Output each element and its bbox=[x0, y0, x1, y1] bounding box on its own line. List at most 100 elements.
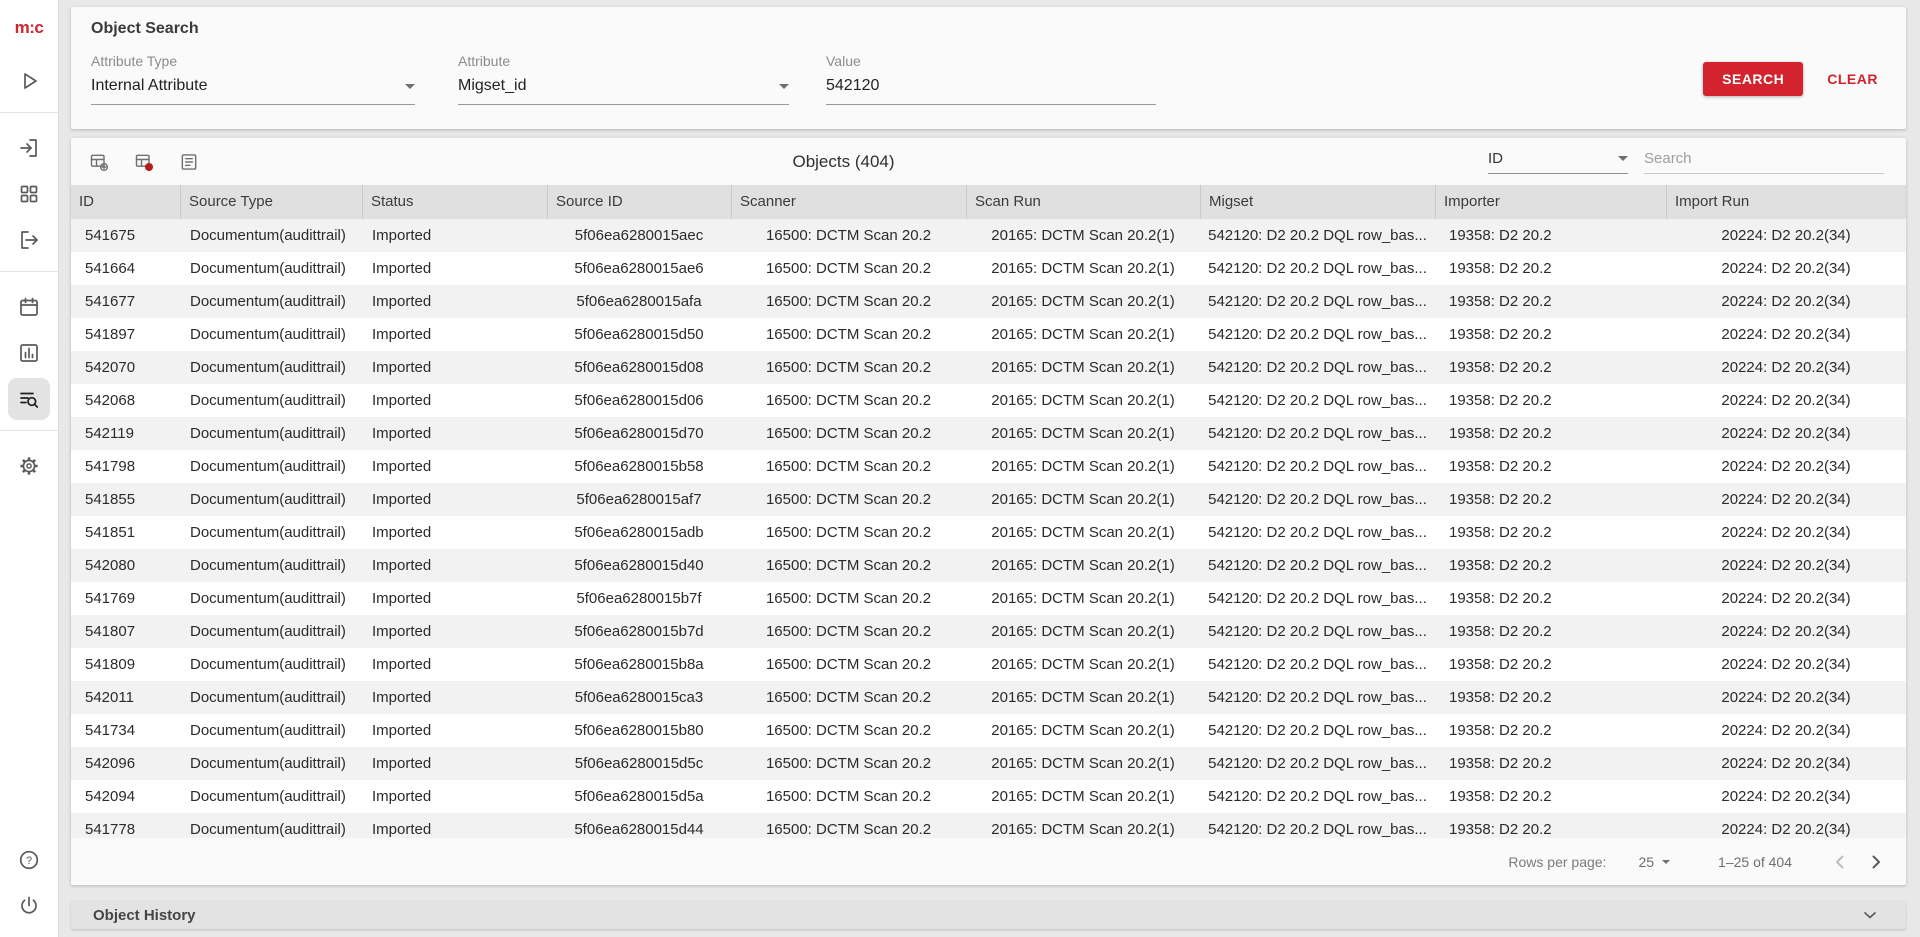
sidebar-item-object-search[interactable] bbox=[8, 378, 50, 420]
cell-source-type: Documentum(audittrail) bbox=[180, 318, 362, 351]
clear-button[interactable]: CLEAR bbox=[1827, 71, 1878, 87]
table-tag-icon[interactable] bbox=[134, 152, 154, 172]
cell-scan-run: 20165: DCTM Scan 20.2(1) bbox=[966, 351, 1200, 384]
sidebar-item-reports[interactable] bbox=[8, 332, 50, 374]
table-row[interactable]: 541778 Documentum(audittrail) Imported 5… bbox=[71, 813, 1906, 838]
table-row[interactable]: 541677 Documentum(audittrail) Imported 5… bbox=[71, 285, 1906, 318]
cell-source-id: 5f06ea6280015af7 bbox=[547, 483, 731, 516]
attribute-type-field: Attribute Type Internal Attribute bbox=[91, 53, 415, 105]
sidebar-item-dashboard[interactable] bbox=[8, 173, 50, 215]
cell-migset: 542120: D2 20.2 DQL row_bas... bbox=[1200, 450, 1435, 483]
rows-per-page-select[interactable]: 25 bbox=[1638, 854, 1670, 870]
export-icon bbox=[17, 228, 41, 252]
table-row[interactable]: 542096 Documentum(audittrail) Imported 5… bbox=[71, 747, 1906, 780]
sidebar-item-import[interactable] bbox=[8, 127, 50, 169]
previous-page-button[interactable] bbox=[1822, 844, 1858, 880]
attribute-select[interactable]: Migset_id bbox=[458, 77, 789, 105]
table-row[interactable]: 541734 Documentum(audittrail) Imported 5… bbox=[71, 714, 1906, 747]
cell-id: 541664 bbox=[71, 252, 180, 285]
cell-scanner: 16500: DCTM Scan 20.2 bbox=[731, 483, 966, 516]
chevron-left-icon bbox=[1828, 850, 1852, 874]
table-plus-icon[interactable] bbox=[89, 152, 109, 172]
cell-scan-run: 20165: DCTM Scan 20.2(1) bbox=[966, 318, 1200, 351]
cell-scan-run: 20165: DCTM Scan 20.2(1) bbox=[966, 516, 1200, 549]
table-row[interactable]: 541851 Documentum(audittrail) Imported 5… bbox=[71, 516, 1906, 549]
chevron-down-icon[interactable] bbox=[1860, 905, 1880, 925]
table-row[interactable]: 541809 Documentum(audittrail) Imported 5… bbox=[71, 648, 1906, 681]
cell-scan-run: 20165: DCTM Scan 20.2(1) bbox=[966, 417, 1200, 450]
search-button[interactable]: SEARCH bbox=[1703, 62, 1803, 96]
sidebar-item-help[interactable]: ? bbox=[8, 839, 50, 881]
cell-status: Imported bbox=[362, 549, 547, 582]
cell-source-id: 5f06ea6280015adb bbox=[547, 516, 731, 549]
cell-source-id: 5f06ea6280015d44 bbox=[547, 813, 731, 838]
cell-import-run: 20224: D2 20.2(34) bbox=[1666, 582, 1906, 615]
table-row[interactable]: 542094 Documentum(audittrail) Imported 5… bbox=[71, 780, 1906, 813]
table-row[interactable]: 542068 Documentum(audittrail) Imported 5… bbox=[71, 384, 1906, 417]
pagination-range: 1–25 of 404 bbox=[1718, 854, 1792, 870]
sidebar-item-settings[interactable] bbox=[8, 445, 50, 487]
column-header-importer[interactable]: Importer bbox=[1435, 185, 1666, 219]
cell-importer: 19358: D2 20.2 bbox=[1435, 780, 1666, 813]
cell-id: 541675 bbox=[71, 219, 180, 252]
cell-scanner: 16500: DCTM Scan 20.2 bbox=[731, 549, 966, 582]
column-header-import-run[interactable]: Import Run bbox=[1666, 185, 1906, 219]
sidebar-item-scheduler[interactable] bbox=[8, 286, 50, 328]
column-header-source-type[interactable]: Source Type bbox=[180, 185, 362, 219]
sidebar-divider bbox=[0, 271, 58, 272]
attribute-type-select[interactable]: Internal Attribute bbox=[91, 77, 415, 105]
cell-migset: 542120: D2 20.2 DQL row_bas... bbox=[1200, 747, 1435, 780]
table-row[interactable]: 541798 Documentum(audittrail) Imported 5… bbox=[71, 450, 1906, 483]
sidebar-item-export[interactable] bbox=[8, 219, 50, 261]
svg-text:?: ? bbox=[26, 855, 32, 867]
table-row[interactable]: 541897 Documentum(audittrail) Imported 5… bbox=[71, 318, 1906, 351]
cell-migset: 542120: D2 20.2 DQL row_bas... bbox=[1200, 318, 1435, 351]
cell-import-run: 20224: D2 20.2(34) bbox=[1666, 285, 1906, 318]
filter-column-select[interactable]: ID bbox=[1488, 150, 1628, 174]
table-row[interactable]: 542011 Documentum(audittrail) Imported 5… bbox=[71, 681, 1906, 714]
chevron-right-icon bbox=[1864, 850, 1888, 874]
table-search-input[interactable] bbox=[1644, 150, 1884, 174]
attribute-field: Attribute Migset_id bbox=[458, 53, 789, 105]
column-header-scanner[interactable]: Scanner bbox=[731, 185, 966, 219]
sidebar-item-power[interactable] bbox=[8, 885, 50, 927]
cell-scan-run: 20165: DCTM Scan 20.2(1) bbox=[966, 681, 1200, 714]
sidebar: m:c bbox=[0, 0, 59, 937]
cell-id: 541734 bbox=[71, 714, 180, 747]
cell-source-id: 5f06ea6280015b58 bbox=[547, 450, 731, 483]
cell-importer: 19358: D2 20.2 bbox=[1435, 714, 1666, 747]
sidebar-item-run[interactable] bbox=[8, 60, 50, 102]
cell-id: 542080 bbox=[71, 549, 180, 582]
cell-import-run: 20224: D2 20.2(34) bbox=[1666, 318, 1906, 351]
cell-migset: 542120: D2 20.2 DQL row_bas... bbox=[1200, 219, 1435, 252]
cell-status: Imported bbox=[362, 219, 547, 252]
column-header-migset[interactable]: Migset bbox=[1200, 185, 1435, 219]
cell-scan-run: 20165: DCTM Scan 20.2(1) bbox=[966, 549, 1200, 582]
cell-status: Imported bbox=[362, 648, 547, 681]
table-row[interactable]: 541664 Documentum(audittrail) Imported 5… bbox=[71, 252, 1906, 285]
cell-importer: 19358: D2 20.2 bbox=[1435, 384, 1666, 417]
table-row[interactable]: 541855 Documentum(audittrail) Imported 5… bbox=[71, 483, 1906, 516]
table-row[interactable]: 542119 Documentum(audittrail) Imported 5… bbox=[71, 417, 1906, 450]
table-row[interactable]: 541675 Documentum(audittrail) Imported 5… bbox=[71, 219, 1906, 252]
table-row[interactable]: 541769 Documentum(audittrail) Imported 5… bbox=[71, 582, 1906, 615]
column-header-source-id[interactable]: Source ID bbox=[547, 185, 731, 219]
list-alt-icon[interactable] bbox=[179, 152, 199, 172]
column-header-id[interactable]: ID bbox=[71, 185, 180, 219]
cell-importer: 19358: D2 20.2 bbox=[1435, 483, 1666, 516]
column-header-status[interactable]: Status bbox=[362, 185, 547, 219]
object-history-title: Object History bbox=[93, 907, 196, 924]
cell-migset: 542120: D2 20.2 DQL row_bas... bbox=[1200, 285, 1435, 318]
next-page-button[interactable] bbox=[1858, 844, 1894, 880]
cell-importer: 19358: D2 20.2 bbox=[1435, 219, 1666, 252]
value-input[interactable] bbox=[826, 77, 1156, 105]
column-header-scan-run[interactable]: Scan Run bbox=[966, 185, 1200, 219]
cell-import-run: 20224: D2 20.2(34) bbox=[1666, 813, 1906, 838]
cell-source-type: Documentum(audittrail) bbox=[180, 351, 362, 384]
table-row[interactable]: 541807 Documentum(audittrail) Imported 5… bbox=[71, 615, 1906, 648]
cell-status: Imported bbox=[362, 384, 547, 417]
table-row[interactable]: 542080 Documentum(audittrail) Imported 5… bbox=[71, 549, 1906, 582]
power-icon bbox=[17, 894, 41, 918]
table-row[interactable]: 542070 Documentum(audittrail) Imported 5… bbox=[71, 351, 1906, 384]
object-history-panel[interactable]: Object History bbox=[71, 901, 1906, 929]
